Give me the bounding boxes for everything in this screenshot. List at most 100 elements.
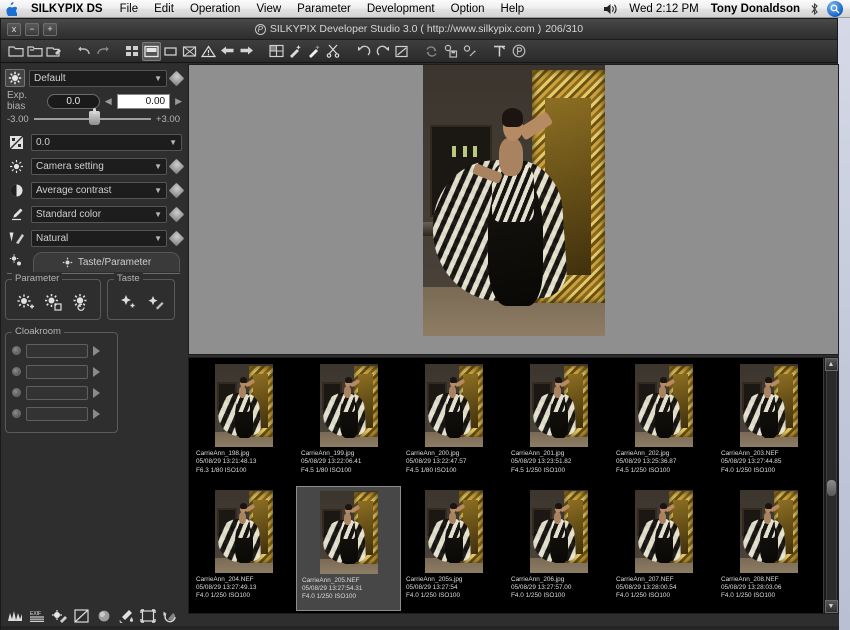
volume-icon[interactable]: [600, 3, 623, 15]
exposure-bias-pill[interactable]: 0.0: [46, 93, 100, 109]
cloakroom-field[interactable]: [26, 385, 88, 400]
parameter-copy-icon[interactable]: [40, 290, 66, 314]
thumbnail-item[interactable]: CarrieAnn_207.NEF 05/08/29 13:28:00.54 F…: [611, 486, 716, 612]
color-reset-button[interactable]: [168, 206, 185, 222]
redo-icon[interactable]: [93, 42, 112, 61]
taste-add-icon[interactable]: [114, 290, 140, 314]
image-preview-area[interactable]: [188, 64, 839, 355]
cloakroom-field[interactable]: [26, 343, 88, 358]
scissors-icon[interactable]: [324, 42, 343, 61]
thumbnail-item[interactable]: CarrieAnn_200.jpg 05/08/29 13:22:47.57 F…: [401, 360, 506, 486]
magic-wand-dark-icon[interactable]: [305, 42, 324, 61]
crop-icon[interactable]: [138, 606, 157, 625]
thumbnail-item[interactable]: CarrieAnn_199.jpg 05/08/29 13:22:06.41 F…: [296, 360, 401, 486]
checkbox-icon[interactable]: [392, 42, 411, 61]
menu-item-operation[interactable]: Operation: [182, 3, 249, 15]
silkypix-logo-icon[interactable]: [509, 42, 528, 61]
color-select[interactable]: Standard color ▼: [31, 205, 167, 223]
exposure-icon[interactable]: [5, 133, 27, 151]
cloakroom-radio[interactable]: [12, 409, 21, 418]
exposure-bias-input[interactable]: 0.00: [116, 93, 171, 109]
gray-balance-icon[interactable]: [94, 606, 113, 625]
cloakroom-field[interactable]: [26, 406, 88, 421]
scroll-up-button[interactable]: ▲: [824, 358, 838, 371]
cloakroom-radio[interactable]: [12, 388, 21, 397]
thumbnail-item-selected[interactable]: CarrieAnn_205.NEF 05/08/29 13:27:54.31 F…: [296, 485, 401, 611]
taste-apply-icon[interactable]: [142, 290, 168, 314]
magic-wand-icon[interactable]: [286, 42, 305, 61]
play-icon[interactable]: [93, 387, 100, 398]
play-icon[interactable]: [93, 408, 100, 419]
play-icon[interactable]: [93, 366, 100, 377]
next-image-icon[interactable]: [237, 42, 256, 61]
thumbnail-item[interactable]: CarrieAnn_204.NEF 05/08/29 13:27:49.13 F…: [191, 486, 296, 612]
histogram-icon[interactable]: [6, 606, 25, 625]
menu-app-name[interactable]: SILKYPIX DS: [22, 3, 112, 15]
scrollbar-thumb[interactable]: [826, 480, 836, 497]
cloakroom-slot[interactable]: [12, 363, 111, 380]
grid-overlay-icon[interactable]: [267, 42, 286, 61]
warning-icon[interactable]: [199, 42, 218, 61]
cloakroom-radio[interactable]: [12, 367, 21, 376]
search-icon[interactable]: [823, 0, 847, 17]
contrast-reset-button[interactable]: [168, 182, 185, 198]
hammer-icon[interactable]: [490, 42, 509, 61]
sharpness-select[interactable]: Natural ▼: [31, 229, 167, 247]
menu-clock[interactable]: Wed 2:12 PM: [623, 3, 704, 15]
cloakroom-slot[interactable]: [12, 384, 111, 401]
white-balance-icon[interactable]: [5, 157, 27, 175]
menu-item-option[interactable]: Option: [443, 3, 493, 15]
cloakroom-slot[interactable]: [12, 342, 111, 359]
menu-item-development[interactable]: Development: [359, 3, 443, 15]
previous-image-icon[interactable]: [218, 42, 237, 61]
compare-view-icon[interactable]: [180, 42, 199, 61]
undo-icon[interactable]: [74, 42, 93, 61]
play-icon[interactable]: [93, 345, 100, 356]
thumbnail-scrollbar[interactable]: ▲ ▼: [823, 358, 838, 613]
menu-item-parameter[interactable]: Parameter: [289, 3, 359, 15]
cloakroom-radio[interactable]: [12, 346, 21, 355]
sharpness-reset-button[interactable]: [168, 230, 185, 246]
thumbnail-item[interactable]: CarrieAnn_201.jpg 05/08/29 13:23:51.82 F…: [506, 360, 611, 486]
highlight-warning-icon[interactable]: [50, 606, 69, 625]
open-folder-add-icon[interactable]: [25, 42, 44, 61]
preset-reset-button[interactable]: [168, 70, 185, 86]
menu-item-file[interactable]: File: [112, 3, 147, 15]
rotate-right-icon[interactable]: [373, 42, 392, 61]
single-view-icon[interactable]: [161, 42, 180, 61]
chevron-right-icon[interactable]: ▶: [175, 96, 182, 107]
exposure-slider[interactable]: [33, 108, 151, 125]
tone-curve-icon[interactable]: [72, 606, 91, 625]
menu-item-edit[interactable]: Edit: [146, 3, 182, 15]
parameter-add-icon[interactable]: [12, 290, 38, 314]
preview-image[interactable]: [422, 65, 605, 336]
white-balance-reset-button[interactable]: [168, 158, 185, 174]
settings-gear-icon[interactable]: [460, 42, 479, 61]
parameter-reset-icon[interactable]: [68, 290, 94, 314]
folder-write-icon[interactable]: [44, 42, 63, 61]
taste-icon[interactable]: [5, 69, 25, 87]
menu-item-help[interactable]: Help: [493, 3, 533, 15]
thumbnail-item[interactable]: CarrieAnn_208.NEF 05/08/29 13:28:03.06 F…: [716, 486, 821, 612]
thumbnail-item[interactable]: CarrieAnn_202.jpg 05/08/29 13:25:36.87 F…: [611, 360, 716, 486]
preset-select[interactable]: Default ▼: [29, 69, 167, 87]
contrast-select[interactable]: Average contrast ▼: [31, 181, 167, 199]
menu-user-name[interactable]: Tony Donaldson: [705, 3, 806, 15]
exif-icon[interactable]: EXIF: [28, 606, 47, 625]
contrast-icon[interactable]: [5, 181, 27, 199]
taste-parameter-icon[interactable]: [5, 252, 27, 270]
thumbnail-item[interactable]: CarrieAnn_203.NEF 05/08/29 13:27:44.85 F…: [716, 360, 821, 486]
tab-taste-parameter[interactable]: Taste/Parameter: [33, 252, 180, 272]
bluetooth-icon[interactable]: [806, 2, 823, 16]
open-folder-icon[interactable]: [6, 42, 25, 61]
slider-handle[interactable]: [88, 108, 100, 125]
menu-item-view[interactable]: View: [248, 3, 289, 15]
thumbnail-item[interactable]: CarrieAnn_206.jpg 05/08/29 13:27:57.00 F…: [506, 486, 611, 612]
scroll-down-button[interactable]: ▼: [824, 600, 838, 613]
white-balance-select[interactable]: Camera setting ▼: [31, 157, 167, 175]
thumbnail-grid-icon[interactable]: [123, 42, 142, 61]
save-settings-icon[interactable]: [441, 42, 460, 61]
color-icon[interactable]: [5, 205, 27, 223]
rotate-left-icon[interactable]: [354, 42, 373, 61]
chevron-left-icon[interactable]: ◀: [105, 96, 112, 107]
